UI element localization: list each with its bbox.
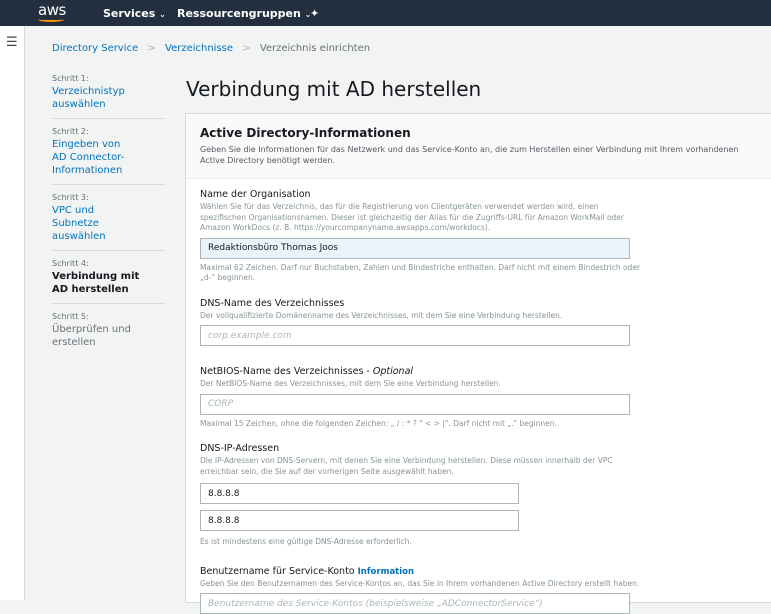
pin-icon[interactable]: ✦ [310,7,319,20]
dns-ip-hint: Es ist mindestens eine gültige DNS-Adres… [200,537,640,548]
panel-title: Active Directory-Informationen [200,126,760,140]
step-3[interactable]: Schritt 3: VPC und Subnetze auswählen [52,193,165,251]
breadcrumb-directory-service[interactable]: Directory Service [52,43,138,54]
service-account-field: Benutzername für Service-Konto Informati… [200,566,760,614]
dns-ip-field: DNS-IP-Adressen Die IP-Adressen von DNS-… [200,443,760,548]
breadcrumb-separator-icon: > [242,43,250,54]
dns-name-field: DNS-Name des Verzeichnisses Der vollqual… [200,298,760,347]
information-link[interactable]: Information [358,567,414,577]
breadcrumb-current: Verzeichnis einrichten [260,43,370,54]
service-account-label-text: Benutzername für Service-Konto [200,566,358,577]
top-navigation-bar: aws Services ⌄ Ressourcengruppen ⌄ ✦ [0,0,771,26]
netbios-hint: Maximal 15 Zeichen, ohne die folgenden Z… [200,419,640,430]
resource-groups-menu[interactable]: Ressourcengruppen ⌄ [177,7,311,20]
netbios-label-text: NetBIOS-Name des Verzeichnisses - [200,366,373,377]
organization-description: Wählen Sie für das Verzeichnis, das für … [200,202,640,234]
step-4: Schritt 4: Verbindung mit AD herstellen [52,259,165,304]
netbios-label: NetBIOS-Name des Verzeichnisses - Option… [200,366,760,377]
breadcrumb-directories[interactable]: Verzeichnisse [165,43,233,54]
step-label: VPC und Subnetze auswählen [52,204,132,243]
panel-description: Geben Sie die Informationen für das Netz… [200,144,760,166]
dns-ip-description: Die IP-Adressen von DNS-Servern, mit den… [200,456,640,477]
breadcrumb-separator-icon: > [147,43,155,54]
step-number: Schritt 2: [52,127,165,136]
organization-hint: Maximal 62 Zeichen. Darf nur Buchstaben,… [200,263,640,284]
service-account-username-input[interactable] [200,593,630,614]
netbios-name-input[interactable] [200,394,630,415]
dns-ip-input-1[interactable] [200,483,519,504]
services-menu[interactable]: Services ⌄ [103,7,166,20]
step-number: Schritt 5: [52,312,165,321]
dns-ip-input-2[interactable] [200,510,519,531]
netbios-description: Der NetBIOS-Name des Verzeichnisses, mit… [200,379,640,390]
services-label: Services [103,7,155,20]
chevron-down-icon: ⌄ [159,10,166,19]
optional-label: Optional [373,366,413,377]
panel-header: Active Directory-Informationen Geben Sie… [186,114,771,179]
organization-label: Name der Organisation [200,189,760,200]
step-number: Schritt 1: [52,74,165,83]
netbios-field: NetBIOS-Name des Verzeichnisses - Option… [200,366,760,429]
dns-ip-label: DNS-IP-Adressen [200,443,760,454]
step-1[interactable]: Schritt 1: Verzeichnistyp auswählen [52,74,165,119]
step-number: Schritt 3: [52,193,165,202]
resource-groups-label: Ressourcengruppen [177,7,301,20]
step-label: Eingeben von AD Connector-Informationen [52,138,132,177]
dns-name-label: DNS-Name des Verzeichnisses [200,298,760,309]
organization-field: Name der Organisation Wählen Sie für das… [200,189,760,284]
hamburger-menu-icon[interactable]: ☰ [6,35,18,50]
active-directory-panel: Active Directory-Informationen Geben Sie… [185,113,771,603]
wizard-steps: Schritt 1: Verzeichnistyp auswählen Schri… [52,74,165,364]
service-account-description: Geben Sie den Benutzernamen des Service-… [200,579,640,590]
step-2[interactable]: Schritt 2: Eingeben von AD Connector-Info… [52,127,165,185]
side-rail: ☰ [0,26,25,600]
dns-name-input[interactable] [200,325,630,346]
step-number: Schritt 4: [52,259,165,268]
step-label: Verbindung mit AD herstellen [52,270,147,296]
page-title: Verbindung mit AD herstellen [186,77,481,101]
aws-logo-smile [38,17,64,22]
breadcrumb: Directory Service > Verzeichnisse > Verz… [52,43,376,54]
step-label: Verzeichnistyp auswählen [52,85,165,111]
service-account-label: Benutzername für Service-Konto Informati… [200,566,760,577]
organization-name-input[interactable] [200,238,630,259]
step-5: Schritt 5: Überprüfen und erstellen [52,312,165,356]
dns-name-description: Der vollqualifizierte Domänenname des Ve… [200,311,640,322]
step-label: Überprüfen und erstellen [52,323,165,349]
